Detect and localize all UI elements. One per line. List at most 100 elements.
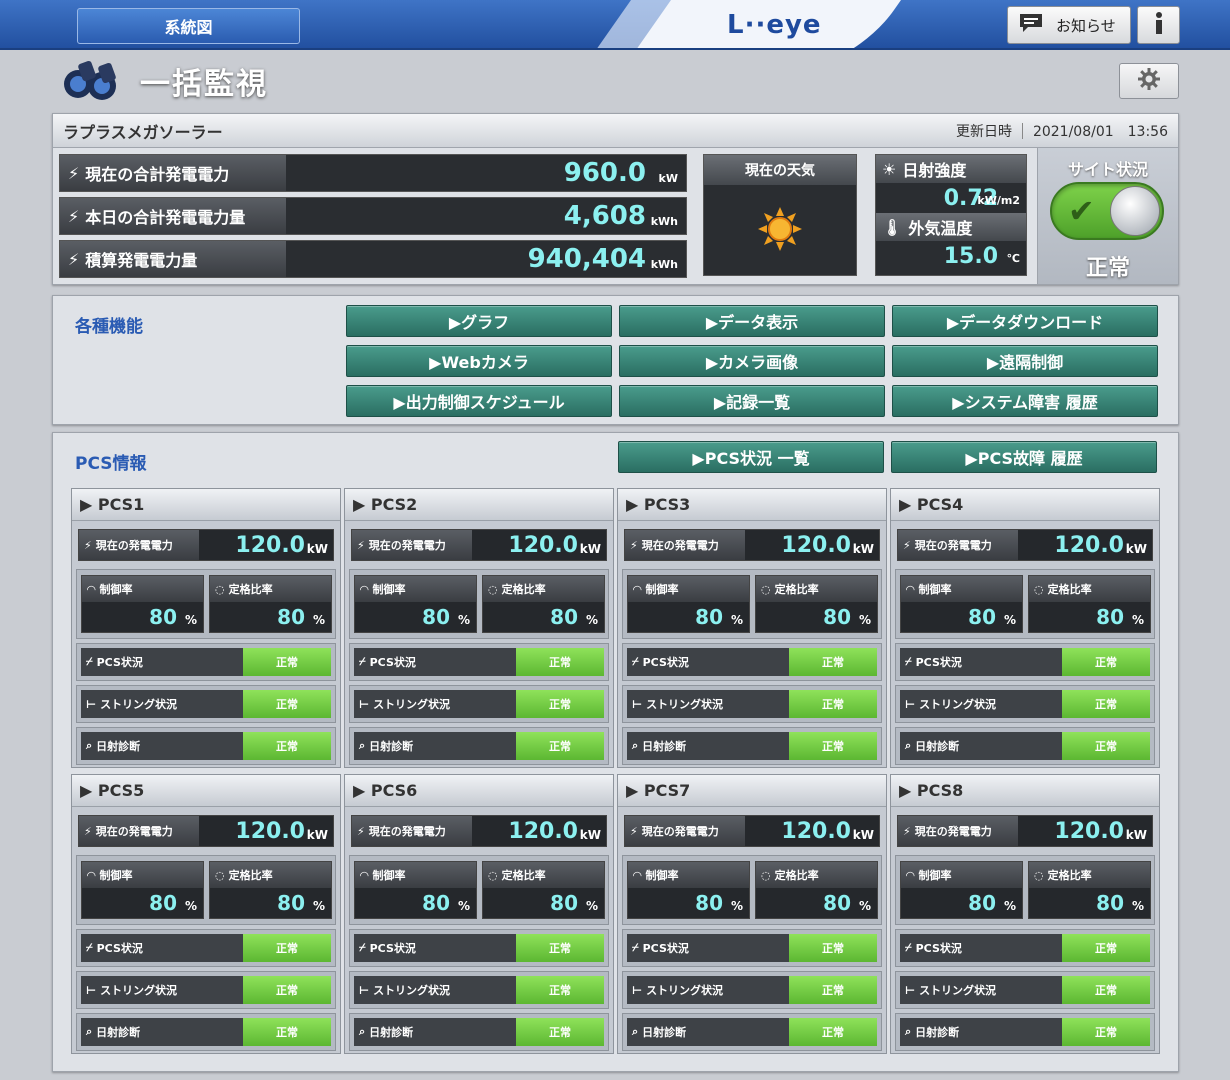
pcs-card-title[interactable]: ▶ PCS6	[345, 775, 613, 807]
pcs-card-title[interactable]: ▶ PCS4	[891, 489, 1159, 521]
string-status-badge: 正常	[516, 690, 604, 718]
site-status-value: 正常	[1085, 256, 1130, 281]
page-title: 一括監視	[140, 67, 268, 102]
updated-timestamp: 更新日時 2021/08/01 13:56	[956, 121, 1168, 141]
metric-unit: kW	[658, 172, 678, 185]
pcs-status-row: ⌿ PCS状況 正常	[349, 929, 609, 967]
pcs-power-unit: kW	[306, 827, 328, 842]
string-status-row: ⊢ ストリング状況 正常	[895, 971, 1155, 1009]
dashed-circle-icon: ◌	[1034, 868, 1044, 882]
rated-ratio: ◌ 定格比率 80%	[482, 575, 605, 633]
dashed-circle-icon: ◌	[488, 868, 498, 882]
rate-unit: %	[312, 613, 325, 627]
rate-unit: %	[585, 613, 598, 627]
string-status-badge: 正常	[243, 690, 331, 718]
control-rate: ◠ 制御率 80%	[354, 861, 477, 919]
site-status-toggle[interactable]: ✔	[1050, 182, 1164, 240]
webcam-button[interactable]: ▶Webカメラ	[346, 345, 612, 377]
graph-button[interactable]: ▶グラフ	[346, 305, 612, 337]
rated-ratio-label: 定格比率	[1047, 583, 1092, 596]
bolt-icon: ⚡	[357, 824, 365, 838]
gear-icon	[1137, 67, 1161, 95]
rate-unit: %	[457, 899, 470, 913]
pcs-card-title[interactable]: ▶ PCS5	[72, 775, 340, 807]
metric-label: 本日の合計発電電力量	[85, 208, 246, 227]
records-list-button[interactable]: ▶記録一覧	[619, 385, 885, 417]
rate-unit: %	[858, 899, 871, 913]
pcs-rate-group: ◠ 制御率 80% ◌ 定格比率 80%	[349, 569, 609, 639]
pcs-card-title[interactable]: ▶ PCS8	[891, 775, 1159, 807]
string-tree-icon: ⊢	[632, 983, 643, 997]
irradiance-diag-row: ⌕ 日射診断 正常	[76, 1013, 336, 1051]
info-button[interactable]	[1137, 6, 1180, 44]
notice-button[interactable]: お知らせ	[1007, 6, 1131, 44]
control-rate-label: 制御率	[99, 869, 133, 882]
temperature-header: 🌡 外気温度	[876, 213, 1026, 241]
pcs-status-badge: 正常	[1062, 648, 1150, 676]
control-rate-label: 制御率	[645, 869, 679, 882]
pcs-card-7: ▶ PCS7 ⚡ 現在の発電電力 120.0 kW ◠ 制御率 80% ◌ 定格比率 8…	[617, 774, 887, 1054]
irradiance-diag-badge: 正常	[1062, 1018, 1150, 1046]
control-rate-value: 80	[422, 891, 450, 915]
pcs-rate-group: ◠ 制御率 80% ◌ 定格比率 80%	[622, 569, 882, 639]
sun-small-icon: ☀	[882, 159, 897, 179]
control-rate-value: 80	[695, 605, 723, 629]
pcs-card-title[interactable]: ▶ PCS3	[618, 489, 886, 521]
pcs-power-unit: kW	[1125, 827, 1147, 842]
string-tree-icon: ⊢	[359, 697, 370, 711]
irradiance-diag-badge: 正常	[516, 732, 604, 760]
pcs-card-6: ▶ PCS6 ⚡ 現在の発電電力 120.0 kW ◠ 制御率 80% ◌ 定格比率 8…	[344, 774, 614, 1054]
settings-button[interactable]	[1119, 63, 1179, 99]
rated-ratio-label: 定格比率	[774, 583, 819, 596]
search-icon: ⌕	[632, 739, 639, 752]
remote-control-button[interactable]: ▶遠隔制御	[892, 345, 1158, 377]
pcs-card-title[interactable]: ▶ PCS7	[618, 775, 886, 807]
irradiance-diag-badge: 正常	[789, 1018, 877, 1046]
inverter-icon: ⌿	[359, 941, 366, 954]
data-display-button[interactable]: ▶データ表示	[619, 305, 885, 337]
irradiance-diag-label: 日射診断	[915, 1026, 960, 1039]
metric-value: 960.0	[563, 158, 646, 188]
string-status-label: ストリング状況	[919, 698, 997, 711]
irradiance-diag-row: ⌕ 日射診断 正常	[622, 727, 882, 765]
pcs-card-title[interactable]: ▶ PCS1	[72, 489, 340, 521]
string-status-row: ⊢ ストリング状況 正常	[622, 685, 882, 723]
pcs-status-label: PCS状況	[642, 942, 689, 955]
rate-unit: %	[730, 613, 743, 627]
rate-unit: %	[1131, 613, 1144, 627]
pcs-status-label: PCS状況	[915, 942, 962, 955]
inverter-icon: ⌿	[905, 941, 912, 954]
pcs-power-value: 120.0	[781, 818, 851, 844]
control-rate-label: 制御率	[372, 869, 406, 882]
divider	[1021, 122, 1023, 139]
total-power-metric: ⚡ 現在の合計発電電力 960.0 kW	[59, 154, 687, 192]
system-fault-history-button[interactable]: ▶システム障害 履歴	[892, 385, 1158, 417]
string-status-label: ストリング状況	[100, 984, 178, 997]
system-diagram-button[interactable]: 系統図	[77, 8, 300, 44]
pcs-power-label: 現在の発電電力	[368, 539, 446, 552]
string-status-badge: 正常	[1062, 690, 1150, 718]
pcs-status-badge: 正常	[789, 648, 877, 676]
string-status-badge: 正常	[243, 976, 331, 1004]
irradiance-diag-badge: 正常	[516, 1018, 604, 1046]
pcs-status-row: ⌿ PCS状況 正常	[895, 929, 1155, 967]
metric-unit: kWh	[650, 258, 678, 271]
rate-unit: %	[730, 899, 743, 913]
inverter-icon: ⌿	[359, 655, 366, 668]
control-rate: ◠ 制御率 80%	[81, 861, 204, 919]
rated-ratio-value: 80	[277, 605, 305, 629]
info-icon	[1153, 11, 1165, 39]
camera-image-button[interactable]: ▶カメラ画像	[619, 345, 885, 377]
rated-ratio-value: 80	[823, 605, 851, 629]
pcs-status-list-button[interactable]: ▶PCS状況 一覧	[618, 441, 884, 473]
pcs-power-value: 120.0	[508, 532, 578, 558]
thermometer-icon: 🌡	[882, 217, 903, 237]
pcs-card-title[interactable]: ▶ PCS2	[345, 489, 613, 521]
output-schedule-button[interactable]: ▶出力制御スケジュール	[346, 385, 612, 417]
string-status-badge: 正常	[516, 976, 604, 1004]
irradiance-diag-label: 日射診断	[642, 1026, 687, 1039]
pcs-fault-history-button[interactable]: ▶PCS故障 履歴	[891, 441, 1157, 473]
data-download-button[interactable]: ▶データダウンロード	[892, 305, 1158, 337]
search-icon: ⌕	[86, 1025, 93, 1038]
pcs-power-label: 現在の発電電力	[95, 825, 173, 838]
